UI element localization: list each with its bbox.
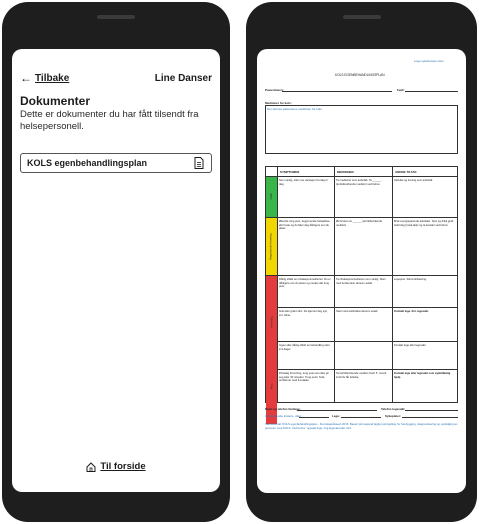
document-title: KOLS EGENBEHANDLINGSPLAN [335,73,385,77]
cell-r1-other: Aktivitet og trening som anbefalt. [394,179,433,182]
zone-label-stable: Stabil [270,193,273,200]
born-line [405,91,458,92]
cell-r6-other: Kontakt lege eller legevakt som øyeblikk… [394,372,451,379]
document-button-kols[interactable]: KOLS egenbehandlingsplan [20,153,212,173]
cell-r1-symptoms: Som vanlig, eller noe variasjon fra dag … [279,179,328,186]
phone-left: ← Tilbake Line Danser Dokumenter Dette e… [2,2,230,522]
home-link-label: Til forside [100,461,146,472]
footer-doctor-label: Lege: [332,414,341,418]
kols-document: Logo sykehusets navn KOLS EGENBEHANDLING… [257,49,466,493]
home-link[interactable]: Til forside [12,461,220,472]
cell-r2-other: Bruk energisparende teknikker. Spis og d… [394,220,454,227]
page-description: Dette er dokumenter du har fått tilsendt… [20,109,199,132]
top-bar: ← Tilbake Line Danser [20,70,212,86]
cell-r4-medicines: Start med antibiotika dersom avtalt. [336,310,379,313]
phone-right: Logo sykehusets navn KOLS EGENBEHANDLING… [246,2,477,522]
footer-phone-label: Telefon legevakt: [381,407,406,411]
cell-r4-other: Kontakt lege. Evt. legevakt. [394,310,429,313]
cell-r2-medicines: Øk bruken av ______ (korttidsvirkende me… [336,220,383,227]
meds-box: Her skrives pasientens medisiner for kol… [265,105,458,154]
speaker [342,15,381,19]
cell-r3-other: Lepepust. Slimmobilisering. [394,278,427,281]
page-title: Dokumenter [20,94,91,108]
cell-r5-other: Kontakt lege eller legevakt. [394,344,427,347]
document-icon [194,157,204,169]
header-medicines: MEDISINER [337,170,354,174]
cell-r4-symptoms: Gult eller grønt slim. Du kjenner deg sy… [279,310,328,317]
zone-label-worse: Forverring [270,316,274,328]
footer-nurse-label: Sykepleier: [385,414,402,418]
documents-screen: ← Tilbake Line Danser Dokumenter Dette e… [12,49,220,492]
document-viewer-screen: Logo sykehusets navn KOLS EGENBEHANDLING… [257,49,466,493]
patient-label: Pasientnavn: [265,88,284,92]
cell-r2-symptoms: Økende tung pust, begynnende forkjølelse… [279,220,331,231]
cell-r3-medicines: Ta inhalasjonsmedisiner som vanlig. Star… [336,278,386,285]
footer-clinic-label: Utarbeidende instans, dato: [265,414,302,418]
logo-text: Logo sykehusets navn [414,59,444,63]
header-symptoms: SYMPTOMER [280,170,300,174]
born-label: Født: [397,88,405,92]
zone-label-early: Begynnende forverring [270,232,273,260]
speaker [97,15,135,19]
cell-r6-symptoms: Plutselig forverring, tung pust som ikke… [279,372,329,383]
zone-label-acute: Akutt [269,383,273,390]
arrow-left-icon: ← [20,71,32,85]
cell-r1-medicines: Ta medisiner som anbefalt. Ta ______ (ko… [336,179,382,186]
footer-name-label: Navn og telefon fastlege: [265,407,301,411]
back-button[interactable]: ← Tilbake [20,71,69,85]
footer-note: Standardmal: KOLS egenbehandlingsplan - … [265,422,458,430]
document-button-label: KOLS egenbehandlingsplan [27,158,148,168]
patient-line [282,91,392,92]
header-other: ANDRE TILTAK [395,170,417,174]
cell-r3-symptoms: Dårlig effekt av inhalasjonsmedisiner. D… [279,278,331,289]
meds-hint: Her skrives pasientens medisiner for kol… [267,107,323,111]
cell-r5-symptoms: Ingen eller dårlig effekt av behandling … [279,344,330,351]
action-plan-table: Stabil Begynnende forverring Forverring … [265,166,458,424]
user-name: Line Danser [154,72,212,84]
home-icon [86,461,96,472]
cell-r6-medicines: Ta korttidsvirkende medisin hvert 5. min… [336,372,387,379]
back-label: Tilbake [35,72,70,84]
